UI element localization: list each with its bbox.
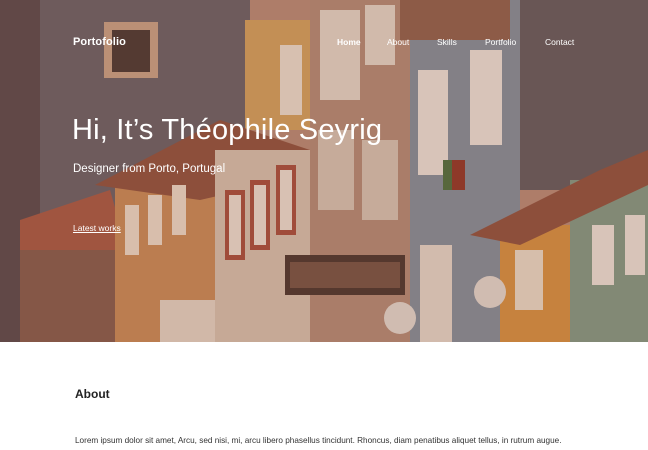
- site-logo[interactable]: Portofolio: [73, 36, 126, 48]
- hero-subtitle: Designer from Porto, Portugal: [73, 163, 226, 175]
- about-paragraph: Lorem ipsum dolor sit amet, Arcu, sed ni…: [75, 436, 562, 445]
- nav-item-home[interactable]: Home: [337, 37, 361, 47]
- hero-title: Hi, It’s Théophile Seyrig: [72, 114, 383, 146]
- top-navigation: Portofolio Home About Skills Portfolio C…: [0, 0, 648, 84]
- latest-works-link[interactable]: Latest works: [73, 223, 121, 233]
- nav-item-about[interactable]: About: [387, 37, 409, 47]
- hero-section: Portofolio Home About Skills Portfolio C…: [0, 0, 648, 342]
- nav-item-portfolio[interactable]: Portfolio: [485, 37, 516, 47]
- about-heading: About: [75, 387, 110, 401]
- nav-item-skills[interactable]: Skills: [437, 37, 457, 47]
- nav-item-contact[interactable]: Contact: [545, 37, 574, 47]
